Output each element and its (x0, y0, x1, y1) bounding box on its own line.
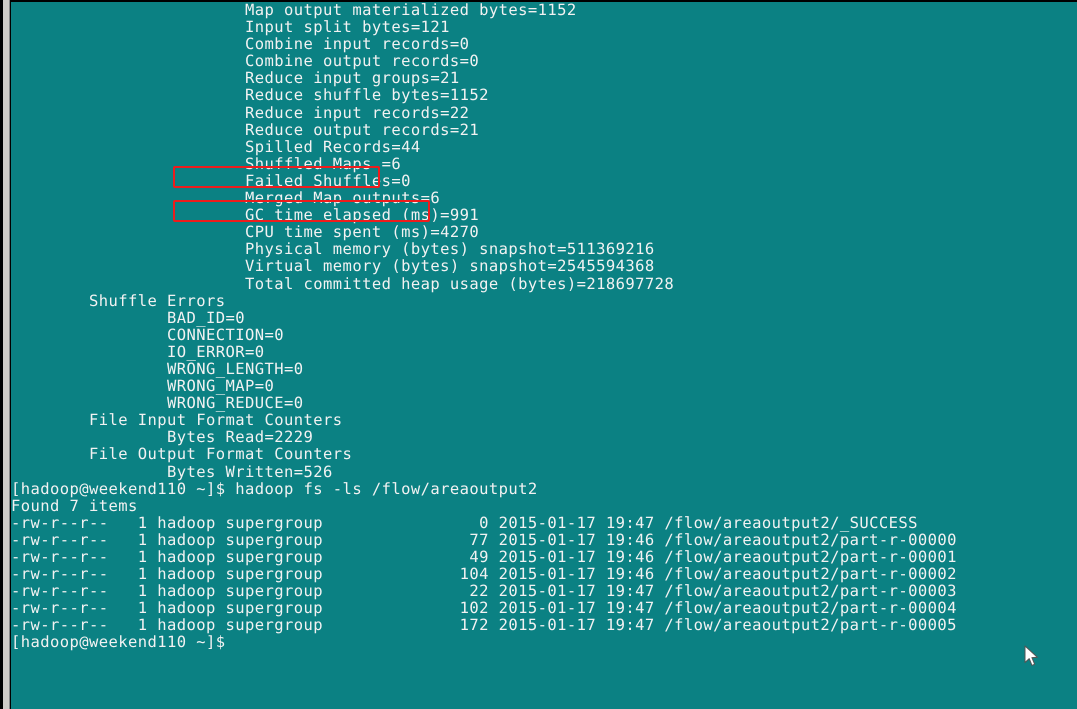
terminal-output-text: Map output materialized bytes=1152 Input… (11, 2, 957, 652)
mouse-cursor-icon (1024, 645, 1038, 666)
scrollbar-thumb[interactable] (3, 0, 9, 709)
terminal-scrollbar[interactable] (3, 0, 10, 709)
terminal-screen[interactable]: Map output materialized bytes=1152 Input… (11, 2, 1077, 709)
terminal-window: Map output materialized bytes=1152 Input… (0, 0, 1077, 709)
